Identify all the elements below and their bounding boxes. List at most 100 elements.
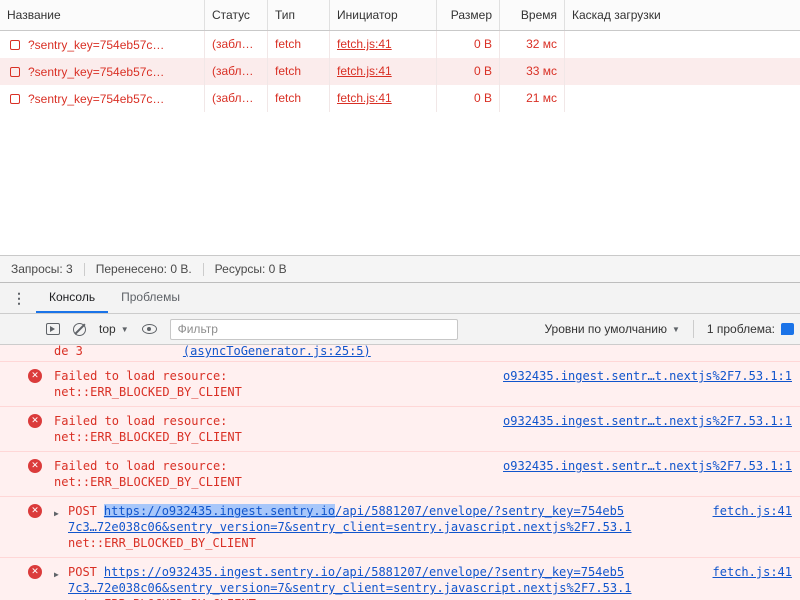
error-text: Failed to load resource: net::ERR_BLOCKE… — [54, 458, 491, 490]
tab-console[interactable]: Консоль — [36, 283, 109, 313]
issues-counter[interactable]: 1 проблема: — [707, 322, 794, 336]
source-link[interactable]: fetch.js:41 — [713, 503, 792, 519]
chevron-down-icon: ▼ — [120, 324, 129, 334]
request-time: 21 мс — [500, 85, 565, 112]
issues-counter-label: 1 проблема: — [706, 322, 775, 336]
devtools-window: Название Статус Тип Инициатор Размер Вре… — [0, 0, 800, 600]
request-initiator-link[interactable]: fetch.js:41 — [337, 91, 392, 105]
error-text: ▶ POST https://o932435.ingest.sentry.io/ap… — [54, 503, 701, 551]
request-type: fetch — [268, 85, 330, 112]
column-header-type[interactable]: Тип — [268, 0, 330, 30]
error-text: Failed to load resource: net::ERR_BLOCKE… — [54, 368, 491, 400]
request-time: 33 мс — [500, 58, 565, 85]
request-name-text: ?sentry_key=754eb57c… — [28, 37, 165, 52]
column-header-initiator[interactable]: Инициатор — [330, 0, 437, 30]
source-link[interactable]: o932435.ingest.sentr…t.nextjs%2F7.53.1:1 — [503, 458, 792, 474]
request-url-link[interactable]: https://o932435.ingest.sentry.io/api/588… — [104, 565, 624, 579]
error-line: net::ERR_BLOCKED_BY_CLIENT — [54, 475, 242, 489]
console-error-message: ✕ Failed to load resource: net::ERR_BLOC… — [0, 362, 800, 407]
network-request-row[interactable]: ?sentry_key=754eb57c… (забл… fetch fetch… — [0, 31, 800, 58]
request-method: POST — [68, 565, 97, 579]
error-text: ▶ POST https://o932435.ingest.sentry.io/ap… — [54, 564, 701, 600]
error-line: Failed to load resource: — [54, 414, 228, 428]
request-initiator-link[interactable]: fetch.js:41 — [337, 37, 392, 51]
error-text: Failed to load resource: net::ERR_BLOCKE… — [54, 413, 491, 445]
error-icon: ✕ — [28, 504, 42, 518]
error-line: net::ERR_BLOCKED_BY_CLIENT — [54, 385, 242, 399]
stack-frame-link[interactable]: (asyncToGenerator.js:25:5) — [183, 345, 371, 359]
log-levels-dropdown[interactable]: Уровни по умолчанию ▼ — [544, 322, 679, 336]
error-line: net::ERR_BLOCKED_BY_CLIENT — [68, 536, 256, 550]
url-rest: /api/5881207/envelope/?sentry_key=754eb5 — [335, 504, 625, 518]
clear-console-icon[interactable] — [73, 322, 86, 336]
console-error-message: ✕ Failed to load resource: net::ERR_BLOC… — [0, 407, 800, 452]
console-filter-input[interactable] — [169, 318, 458, 340]
column-header-size[interactable]: Размер — [437, 0, 500, 30]
blocked-request-icon — [10, 39, 20, 50]
error-icon: ✕ — [28, 459, 42, 473]
column-header-waterfall[interactable]: Каскад загрузки — [565, 0, 800, 30]
request-url-link[interactable]: https://o932435.ingest.sentry.io/api/588… — [103, 504, 625, 518]
console-messages: de 3 (asyncToGenerator.js:25:5) ✕ Failed… — [0, 345, 800, 600]
source-link[interactable]: fetch.js:41 — [713, 564, 792, 580]
source-link[interactable]: o932435.ingest.sentr…t.nextjs%2F7.53.1:1 — [503, 413, 792, 429]
request-initiator-link[interactable]: fetch.js:41 — [337, 64, 392, 78]
issues-icon — [781, 323, 794, 335]
request-url-link[interactable]: 7c3…72e038c06&sentry_version=7&sentry_cl… — [68, 520, 632, 534]
network-request-row[interactable]: ?sentry_key=754eb57c… (забл… fetch fetch… — [0, 85, 800, 112]
url-selection: https://o932435.ingest.sentry.io — [103, 504, 336, 518]
error-line: Failed to load resource: — [54, 459, 228, 473]
request-time: 32 мс — [500, 31, 565, 58]
console-sidebar-icon[interactable] — [46, 323, 60, 335]
blocked-request-icon — [10, 93, 20, 104]
tab-issues[interactable]: Проблемы — [108, 283, 193, 313]
summary-resources: Ресурсы: 0 B — [214, 261, 287, 276]
tab-issues-label: Проблемы — [121, 290, 180, 304]
network-panel: Название Статус Тип Инициатор Размер Вре… — [0, 0, 800, 282]
request-method: POST — [68, 504, 97, 518]
console-error-message-post: ✕ ▶ POST https://o932435.ingest.sentry.io/… — [0, 558, 800, 600]
error-line: Failed to load resource: — [54, 369, 228, 383]
error-icon: ✕ — [28, 369, 42, 383]
network-table-header: Название Статус Тип Инициатор Размер Вре… — [0, 0, 800, 31]
request-name-text: ?sentry_key=754eb57c… — [28, 91, 165, 106]
chevron-down-icon: ▼ — [671, 324, 680, 334]
error-icon: ✕ — [28, 565, 42, 579]
console-message-partial: de 3 (asyncToGenerator.js:25:5) — [0, 345, 800, 362]
context-selector[interactable]: top ▼ — [99, 322, 129, 336]
waterfall-cell — [565, 85, 800, 112]
summary-requests: Запросы: 3 — [0, 262, 85, 276]
console-error-message: ✕ Failed to load resource: net::ERR_BLOC… — [0, 452, 800, 497]
column-header-status[interactable]: Статус — [205, 0, 268, 30]
drawer-tab-bar: ⋮ Консоль Проблемы — [0, 283, 800, 314]
blocked-request-icon — [10, 66, 20, 77]
request-status: (забл… — [205, 31, 268, 58]
waterfall-cell — [565, 58, 800, 85]
request-size: 0 B — [437, 85, 500, 112]
request-size: 0 B — [437, 31, 500, 58]
request-name-text: ?sentry_key=754eb57c… — [28, 64, 165, 79]
tab-console-label: Консоль — [49, 290, 96, 304]
live-expression-eye-icon[interactable] — [141, 324, 157, 334]
column-header-name[interactable]: Название — [0, 0, 205, 30]
expand-icon[interactable]: ▶ — [54, 506, 59, 522]
source-link[interactable]: o932435.ingest.sentr…t.nextjs%2F7.53.1:1 — [503, 368, 792, 384]
request-size: 0 B — [437, 58, 500, 85]
column-header-time[interactable]: Время — [500, 0, 565, 30]
log-levels-label: Уровни по умолчанию — [544, 322, 667, 336]
console-error-message-post: ✕ ▶ POST https://o932435.ingest.sentry.io/… — [0, 497, 800, 558]
network-summary-bar: Запросы: 3 Перенесено: 0 B. Ресурсы: 0 B — [0, 255, 800, 282]
request-url-link[interactable]: 7c3…72e038c06&sentry_version=7&sentry_cl… — [68, 581, 632, 595]
drawer-menu-icon[interactable]: ⋮ — [12, 290, 26, 307]
request-status: (забл… — [205, 58, 268, 85]
console-toolbar: top ▼ Уровни по умолчанию ▼ 1 проблема: — [0, 314, 800, 345]
request-name: ?sentry_key=754eb57c… — [0, 58, 205, 85]
expand-icon[interactable]: ▶ — [54, 567, 59, 583]
request-name: ?sentry_key=754eb57c… — [0, 85, 205, 112]
partial-message-text: de 3 — [54, 345, 83, 358]
network-request-row[interactable]: ?sentry_key=754eb57c… (забл… fetch fetch… — [0, 58, 800, 85]
request-type: fetch — [268, 58, 330, 85]
error-line: net::ERR_BLOCKED_BY_CLIENT — [54, 430, 242, 444]
waterfall-cell — [565, 31, 800, 58]
context-selector-label: top — [99, 322, 116, 336]
